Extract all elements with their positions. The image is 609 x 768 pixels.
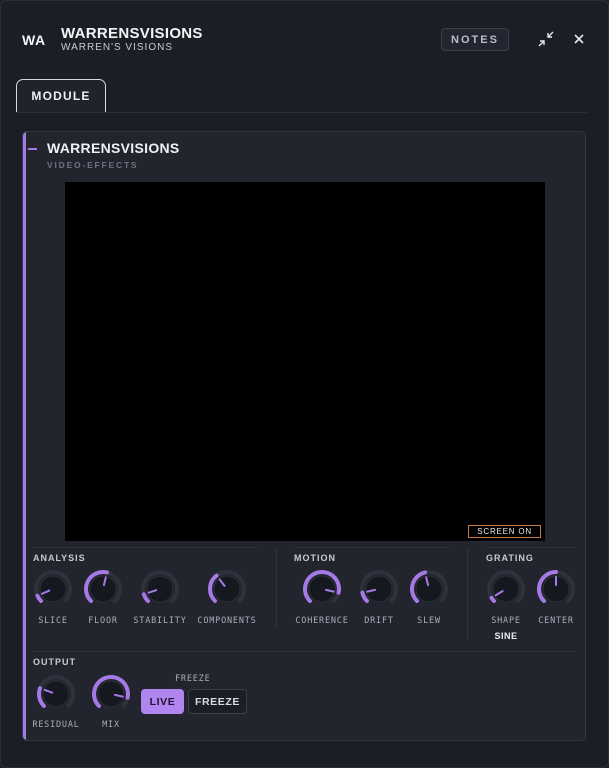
section-rule-analysis — [33, 547, 258, 548]
knob-label-mix: MIX — [102, 720, 120, 730]
app-subtitle: WARREN'S VISIONS — [61, 42, 173, 53]
screen-on-badge[interactable]: SCREEN ON — [468, 525, 541, 538]
knob-value-arc — [360, 590, 369, 604]
knob-body — [308, 575, 336, 603]
section-label-output: OUTPUT — [33, 657, 76, 667]
section-rule-motion — [294, 547, 449, 548]
freeze-button[interactable]: FREEZE — [188, 689, 247, 714]
knob-body — [89, 575, 117, 603]
knob-body — [146, 575, 174, 603]
knob-body — [492, 575, 520, 603]
module-title: WARRENSVISIONS — [47, 140, 180, 156]
freeze-label: FREEZE — [175, 674, 211, 684]
app-title: WARRENSVISIONS — [61, 25, 203, 42]
knob-body — [42, 680, 70, 708]
knob-value-arc — [141, 592, 150, 604]
shape-value: SINE — [494, 631, 518, 641]
minimize-icon[interactable] — [538, 31, 554, 47]
section-rule-output — [33, 651, 576, 652]
section-label-grating: GRATING — [486, 553, 534, 563]
knob-residual[interactable] — [36, 674, 76, 714]
knob-center[interactable] — [536, 569, 576, 609]
knob-body — [39, 575, 67, 603]
section-rule-grating — [486, 547, 576, 548]
section-label-motion: MOTION — [294, 553, 336, 563]
knob-slew[interactable] — [409, 569, 449, 609]
section-divider — [276, 547, 277, 627]
module-panel: WARRENSVISIONS VIDEO-EFFECTS SCREEN ON — [22, 131, 586, 741]
knob-components[interactable] — [207, 569, 247, 609]
tab-module[interactable]: MODULE — [16, 79, 106, 112]
knob-body — [415, 575, 443, 603]
knob-body — [365, 575, 393, 603]
knob-mix[interactable] — [91, 674, 131, 714]
video-screen: SCREEN ON — [65, 182, 545, 541]
knob-drift[interactable] — [359, 569, 399, 609]
module-accent-bar — [23, 132, 26, 740]
knob-slice[interactable] — [33, 569, 73, 609]
knob-stability[interactable] — [140, 569, 180, 609]
section-label-analysis: ANALYSIS — [33, 553, 86, 563]
knob-value-arc — [489, 595, 496, 604]
module-subtitle: VIDEO-EFFECTS — [47, 160, 139, 170]
knob-body — [97, 680, 125, 708]
notes-button[interactable]: NOTES — [441, 28, 509, 51]
close-icon[interactable] — [571, 31, 587, 47]
knob-shape[interactable] — [486, 569, 526, 609]
knob-floor[interactable] — [83, 569, 123, 609]
module-accent-tick — [28, 148, 37, 150]
app-logo: WA — [22, 32, 46, 48]
knob-value-arc — [35, 593, 43, 604]
live-button[interactable]: LIVE — [141, 689, 184, 714]
knob-body — [213, 575, 241, 603]
knob-label-center: CENTER — [538, 616, 574, 626]
knob-label-components: COMPONENTS — [197, 616, 257, 626]
tab-divider — [16, 112, 587, 113]
knob-label-slew: SLEW — [417, 616, 441, 626]
knob-coherence[interactable] — [302, 569, 342, 609]
